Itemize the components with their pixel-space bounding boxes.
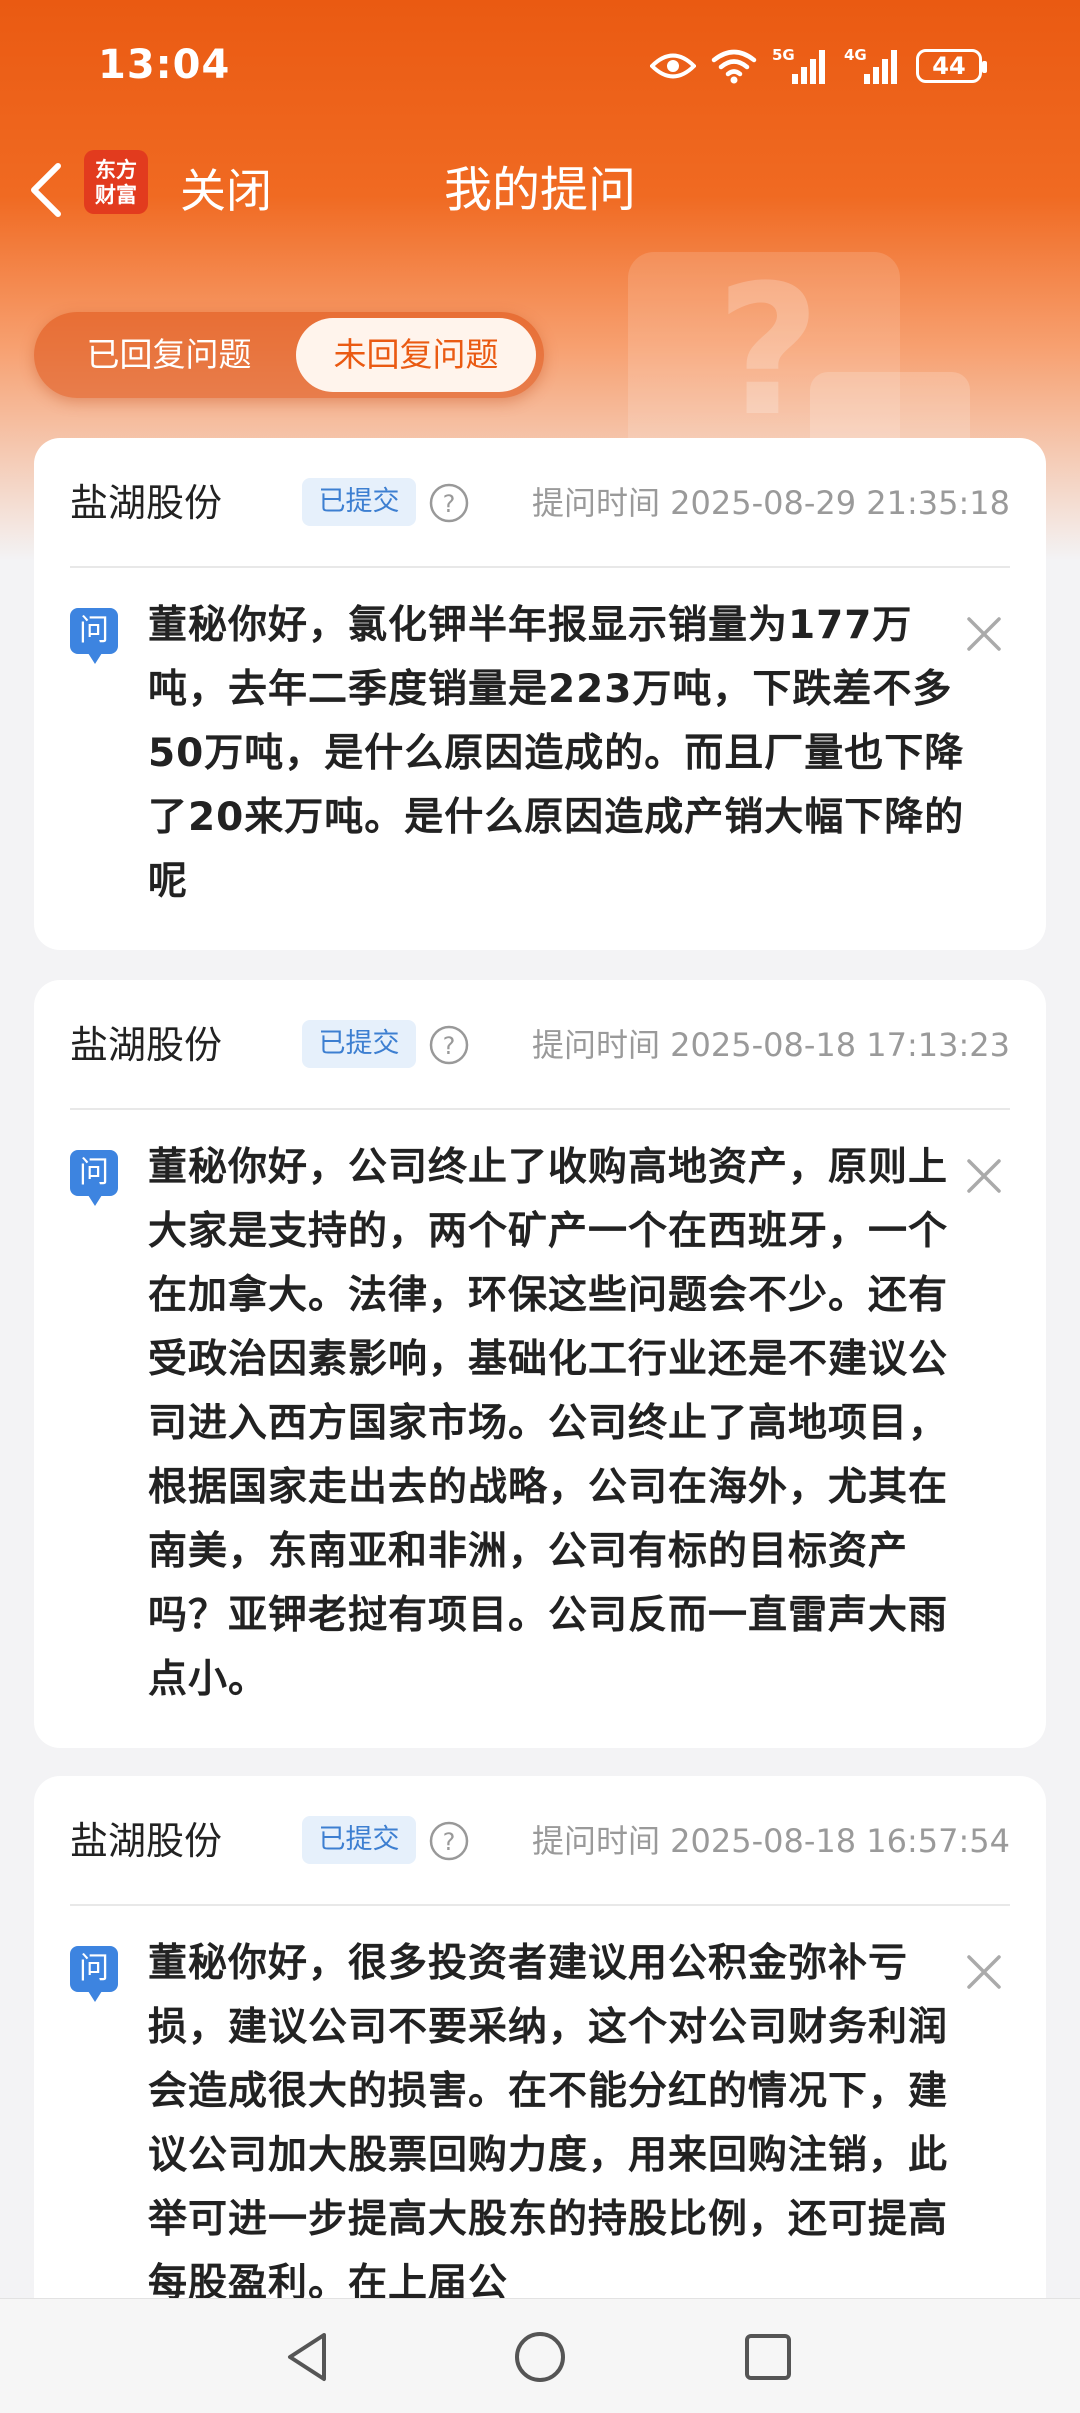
tab-answered[interactable]: 已回复问题 — [44, 312, 294, 398]
system-nav-bar — [0, 2298, 1080, 2413]
card-header: 盐湖股份 已提交 ? 提问时间 2025-08-29 21:35:18 — [70, 438, 1010, 568]
question-icon: 问 — [70, 608, 118, 664]
company-name: 盐湖股份 — [70, 1023, 223, 1067]
recents-square-icon[interactable] — [740, 2329, 796, 2385]
question-card[interactable]: 盐湖股份 已提交 ? 提问时间 2025-08-29 21:35:18 问 董秘… — [34, 438, 1046, 950]
question-card[interactable]: 盐湖股份 已提交 ? 提问时间 2025-08-18 17:13:23 问 董秘… — [34, 980, 1046, 1748]
question-time: 提问时间 2025-08-18 17:13:23 — [531, 1026, 1010, 1064]
status-badge: 已提交 — [302, 1816, 416, 1864]
page-title: 我的提问 — [443, 162, 636, 218]
help-icon[interactable]: ? — [428, 1820, 470, 1862]
tab-unanswered[interactable]: 未回复问题 — [296, 318, 536, 392]
question-text: 董秘你好，氯化钾半年报显示销量为177万吨，去年二季度销量是223万吨，下跌差不… — [148, 603, 965, 904]
svg-text:?: ? — [443, 1828, 456, 1856]
battery-level: 44 — [932, 52, 966, 80]
svg-text:4G: 4G — [844, 46, 867, 64]
eye-icon — [650, 53, 696, 79]
company-name: 盐湖股份 — [70, 1819, 223, 1863]
home-circle-icon[interactable] — [512, 2329, 568, 2385]
close-icon[interactable] — [964, 614, 1004, 654]
status-time: 13:04 — [98, 42, 231, 88]
status-badge: 已提交 — [302, 1020, 416, 1068]
help-icon[interactable]: ? — [428, 482, 470, 524]
4g-signal-icon: 4G — [844, 46, 897, 84]
close-icon[interactable] — [964, 1952, 1004, 1992]
question-card[interactable]: 盐湖股份 已提交 ? 提问时间 2025-08-18 16:57:54 问 董秘… — [34, 1776, 1046, 2336]
svg-text:5G: 5G — [772, 46, 795, 64]
status-icons: 5G 4G 44 — [650, 44, 987, 88]
divider — [70, 1904, 1010, 1906]
svg-text:?: ? — [443, 490, 456, 518]
question-tabs: 已回复问题 未回复问题 — [34, 312, 544, 398]
question-icon: 问 — [70, 1150, 118, 1206]
divider — [70, 566, 1010, 568]
back-triangle-icon[interactable] — [280, 2329, 336, 2385]
question-time: 提问时间 2025-08-29 21:35:18 — [531, 484, 1010, 522]
card-header: 盐湖股份 已提交 ? 提问时间 2025-08-18 16:57:54 — [70, 1776, 1010, 1906]
card-header: 盐湖股份 已提交 ? 提问时间 2025-08-18 17:13:23 — [70, 980, 1010, 1110]
company-name: 盐湖股份 — [70, 481, 223, 525]
wifi-icon — [711, 49, 757, 84]
status-badge: 已提交 — [302, 478, 416, 526]
divider — [70, 1108, 1010, 1110]
5g-signal-icon: 5G — [772, 46, 825, 84]
question-text: 董秘你好，很多投资者建议用公积金弥补亏损，建议公司不要采纳，这个对公司财务利润会… — [148, 1941, 949, 2306]
question-text: 董秘你好，公司终止了收购高地资产，原则上大家是支持的，两个矿产一个在西班牙，一个… — [148, 1145, 949, 1702]
svg-text:?: ? — [443, 1032, 456, 1060]
question-time: 提问时间 2025-08-18 16:57:54 — [531, 1822, 1010, 1860]
status-bar: 13:04 5G 4G 44 — [0, 0, 1080, 130]
help-icon[interactable]: ? — [428, 1024, 470, 1066]
question-icon: 问 — [70, 1946, 118, 2002]
close-icon[interactable] — [964, 1156, 1004, 1196]
battery-indicator: 44 — [916, 49, 987, 83]
